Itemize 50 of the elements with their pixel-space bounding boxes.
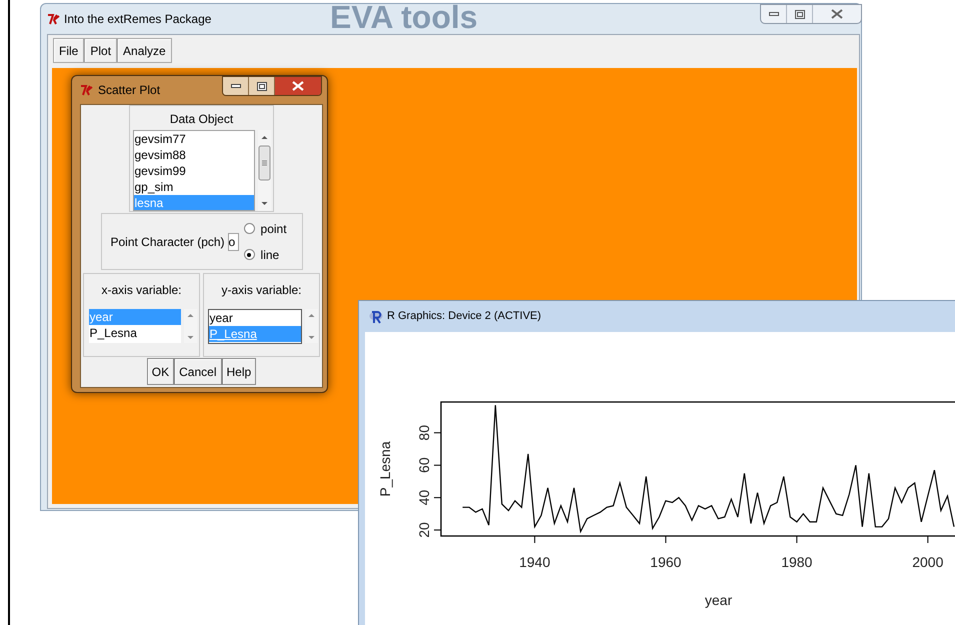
pch-field[interactable]: o (228, 232, 239, 250)
tick-label: 20 (416, 522, 432, 538)
axis-title: year (704, 592, 732, 608)
feather-icon (80, 84, 94, 96)
panel-label: x-axis variable: (101, 282, 182, 299)
window-title: Into the extRemes Package (64, 11, 212, 28)
menu-button[interactable]: Analyze (117, 38, 172, 63)
list-item[interactable]: year (208, 310, 300, 326)
radio-label: point (260, 220, 287, 238)
minimize-button[interactable] (223, 77, 249, 95)
maximize-icon (794, 10, 804, 18)
r-logo-icon (369, 310, 383, 324)
maximize-icon (256, 82, 266, 90)
axis-title: P_Lesna (377, 441, 393, 497)
tick-label: 1960 (650, 554, 682, 570)
close-icon (831, 9, 843, 19)
dialog-button[interactable]: OK (146, 358, 174, 385)
background-heading: EVA tools (330, 0, 478, 34)
list-box[interactable]: year P_Lesna (208, 309, 302, 344)
list-item[interactable]: gevsim99 (134, 163, 254, 179)
dialog-title: Scatter Plot (98, 82, 160, 99)
minimize-icon (768, 12, 778, 16)
menu-button[interactable]: Plot (84, 38, 118, 63)
dialog-button[interactable]: Cancel (174, 358, 222, 385)
list-box[interactable]: year P_Lesna (88, 309, 180, 343)
minimize-icon (230, 84, 240, 88)
list-item[interactable]: gevsim88 (134, 147, 254, 163)
list-box[interactable]: gevsim77 gevsim88 gevsim99 gp_sim lesna (132, 130, 254, 211)
radio-button[interactable] (244, 249, 255, 260)
close-icon (292, 81, 304, 91)
tick-label: 60 (416, 457, 432, 473)
tick-label: 1980 (781, 554, 812, 570)
panel-label: Data Object (170, 111, 234, 128)
menu-button[interactable]: File (53, 38, 84, 63)
maximize-button[interactable] (249, 77, 275, 95)
list-item[interactable]: P_Lesna (88, 325, 180, 341)
window-title: R Graphics: Device 2 (ACTIVE) (387, 309, 542, 324)
list-item[interactable]: gp_sim (134, 179, 254, 195)
field-label: Point Character (pch) (110, 234, 225, 250)
tick-label: 2000 (912, 554, 944, 570)
radio-label: line (260, 246, 280, 264)
panel-label: y-axis variable: (221, 282, 302, 299)
tick-label: 1940 (519, 554, 550, 570)
radio-button[interactable] (244, 223, 255, 234)
list-item[interactable]: gevsim77 (134, 131, 254, 147)
close-button[interactable] (275, 77, 321, 95)
tick-label: 40 (416, 490, 432, 506)
feather-icon (47, 13, 61, 25)
dialog-button[interactable]: Help (222, 358, 256, 385)
tick-label: 80 (416, 425, 432, 441)
